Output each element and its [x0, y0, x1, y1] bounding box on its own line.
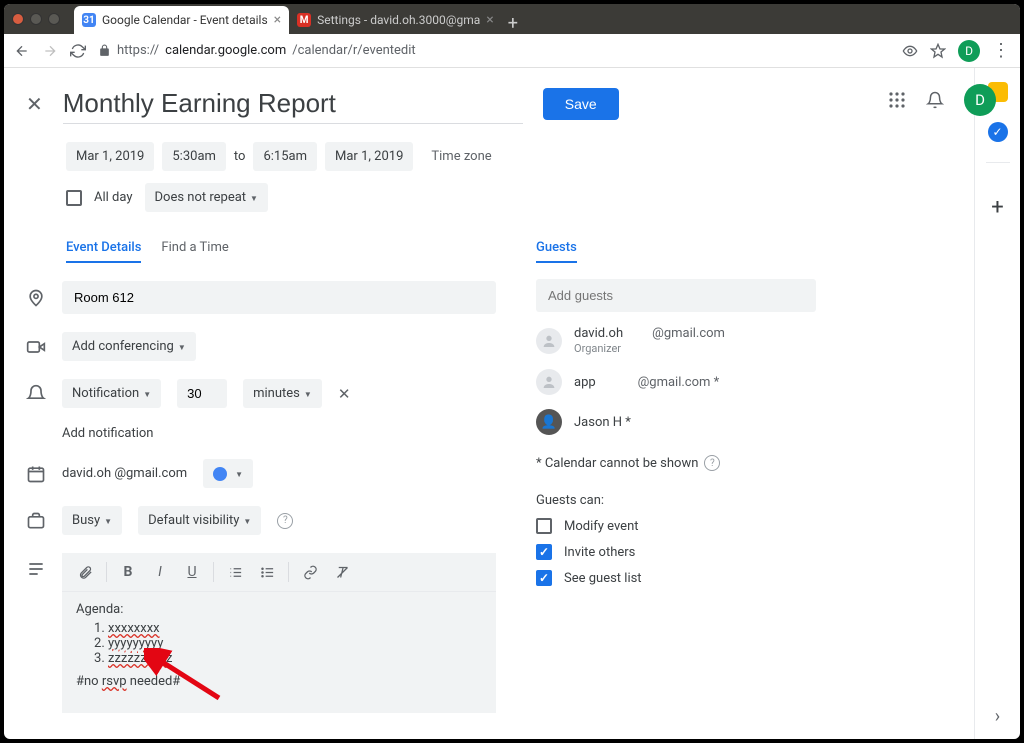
- notification-bell-icon: [26, 384, 46, 404]
- window-close-dot[interactable]: [12, 13, 24, 25]
- tab-find-a-time[interactable]: Find a Time: [161, 240, 228, 263]
- apps-grid-icon[interactable]: [888, 91, 906, 109]
- tab-guests[interactable]: Guests: [536, 240, 577, 263]
- calendar-icon: [26, 464, 46, 484]
- tab-close-icon[interactable]: ×: [274, 12, 281, 28]
- end-date-chip[interactable]: Mar 1, 2019: [325, 142, 413, 171]
- tab-event-details[interactable]: Event Details: [66, 240, 141, 263]
- guest-avatar-icon: [536, 369, 562, 395]
- italic-icon[interactable]: I: [145, 559, 175, 585]
- addons-plus-icon[interactable]: +: [991, 195, 1003, 220]
- nav-forward-icon[interactable]: [42, 43, 58, 59]
- help-icon[interactable]: ?: [704, 455, 720, 471]
- guest-avatar-icon: 👤: [536, 409, 562, 435]
- side-panel: ✓ + ›: [974, 68, 1020, 739]
- add-notification-link[interactable]: Add notification: [62, 426, 153, 441]
- location-icon: [26, 288, 46, 308]
- clear-format-icon[interactable]: [327, 559, 357, 585]
- agenda-label: Agenda:: [76, 602, 482, 617]
- perm-seelist-label: See guest list: [564, 571, 642, 586]
- guest-row[interactable]: david.oh @gmail.com Organizer: [536, 326, 816, 355]
- to-label: to: [234, 149, 246, 164]
- gmail-favicon: M: [297, 13, 311, 27]
- description-icon: [26, 559, 46, 579]
- notification-value-input[interactable]: [177, 379, 227, 408]
- notification-type-dropdown[interactable]: Notification: [62, 379, 161, 408]
- description-editor[interactable]: Agenda: xxxxxxxx yyyyyyyyy zzzzzzzzzz #n…: [62, 592, 496, 713]
- lock-icon: [98, 44, 111, 57]
- perm-modify-checkbox[interactable]: [536, 518, 552, 534]
- bullet-list-icon[interactable]: [252, 559, 282, 585]
- conferencing-dropdown[interactable]: Add conferencing: [62, 332, 196, 361]
- tasks-icon[interactable]: ✓: [988, 122, 1008, 142]
- nav-reload-icon[interactable]: [70, 43, 86, 59]
- browser-tab-gmail[interactable]: M Settings - david.oh.3000@gma ×: [289, 6, 502, 34]
- window-titlebar: 31 Google Calendar - Event details × M S…: [4, 4, 1020, 34]
- save-button[interactable]: Save: [543, 88, 619, 120]
- help-icon[interactable]: ?: [277, 513, 293, 529]
- guest-row[interactable]: 👤 Jason H *: [536, 409, 816, 435]
- start-date-chip[interactable]: Mar 1, 2019: [66, 142, 154, 171]
- bell-icon[interactable]: [926, 91, 944, 109]
- window-max-dot[interactable]: [48, 13, 60, 25]
- notification-unit-dropdown[interactable]: minutes: [243, 379, 322, 408]
- editor-toolbar: B I U: [62, 553, 496, 592]
- calendar-owner-label: david.oh @gmail.com: [62, 466, 187, 481]
- url-path: /calendar/r/eventedit: [292, 43, 415, 58]
- underline-icon[interactable]: U: [177, 559, 207, 585]
- star-icon[interactable]: [930, 43, 946, 59]
- guest-row[interactable]: app @gmail.com *: [536, 369, 816, 395]
- link-icon[interactable]: [295, 559, 325, 585]
- perm-seelist-checkbox[interactable]: [536, 570, 552, 586]
- event-title-input[interactable]: [63, 84, 523, 124]
- tab-close-icon[interactable]: ×: [486, 12, 493, 28]
- start-time-chip[interactable]: 5:30am: [162, 142, 226, 171]
- close-event-button[interactable]: ✕: [26, 92, 43, 116]
- browser-address-bar: https:// calendar.google.com/calendar/r/e…: [4, 34, 1020, 68]
- visibility-dropdown[interactable]: Default visibility: [138, 506, 261, 535]
- add-guests-input[interactable]: [536, 279, 816, 312]
- bold-icon[interactable]: B: [113, 559, 143, 585]
- header-right: D: [888, 84, 974, 116]
- all-day-checkbox[interactable]: [66, 190, 82, 206]
- video-icon: [26, 337, 46, 357]
- sidepanel-expand-icon[interactable]: ›: [995, 706, 1000, 727]
- account-avatar[interactable]: D: [964, 84, 974, 116]
- perm-modify-label: Modify event: [564, 519, 639, 534]
- perm-invite-label: Invite others: [564, 545, 635, 560]
- location-input[interactable]: [62, 281, 496, 314]
- timezone-link[interactable]: Time zone: [421, 149, 491, 164]
- calendar-color-dropdown[interactable]: [203, 459, 253, 488]
- briefcase-icon: [26, 511, 46, 531]
- agenda-list: xxxxxxxx yyyyyyyyy zzzzzzzzzz: [76, 621, 482, 666]
- profile-avatar[interactable]: D: [958, 40, 980, 62]
- kebab-menu-icon[interactable]: ⋮: [992, 40, 1010, 61]
- numbered-list-icon[interactable]: [220, 559, 250, 585]
- window-min-dot[interactable]: [30, 13, 42, 25]
- guest-avatar-icon: [536, 328, 562, 354]
- guests-can-label: Guests can:: [536, 493, 816, 508]
- calendar-warn-label: * Calendar cannot be shown: [536, 456, 698, 471]
- perm-invite-checkbox[interactable]: [536, 544, 552, 560]
- attach-icon[interactable]: [70, 559, 100, 585]
- tab-title: Google Calendar - Event details: [102, 13, 268, 27]
- eye-icon[interactable]: [902, 43, 918, 59]
- nav-back-icon[interactable]: [14, 43, 30, 59]
- browser-tab-calendar[interactable]: 31 Google Calendar - Event details ×: [74, 6, 289, 34]
- url-host: calendar.google.com: [165, 43, 286, 58]
- url-scheme: https://: [117, 43, 159, 58]
- repeat-dropdown[interactable]: Does not repeat: [145, 183, 268, 212]
- calendar-favicon: 31: [82, 13, 96, 27]
- all-day-label: All day: [94, 190, 133, 205]
- blue-dot-icon: [213, 467, 227, 481]
- new-tab-button[interactable]: +: [508, 13, 518, 34]
- tab-title: Settings - david.oh.3000@gma: [317, 13, 480, 27]
- end-time-chip[interactable]: 6:15am: [253, 142, 317, 171]
- busy-dropdown[interactable]: Busy: [62, 506, 122, 535]
- remove-notification-icon[interactable]: ✕: [338, 385, 351, 403]
- url-field[interactable]: https:// calendar.google.com/calendar/r/e…: [98, 43, 890, 58]
